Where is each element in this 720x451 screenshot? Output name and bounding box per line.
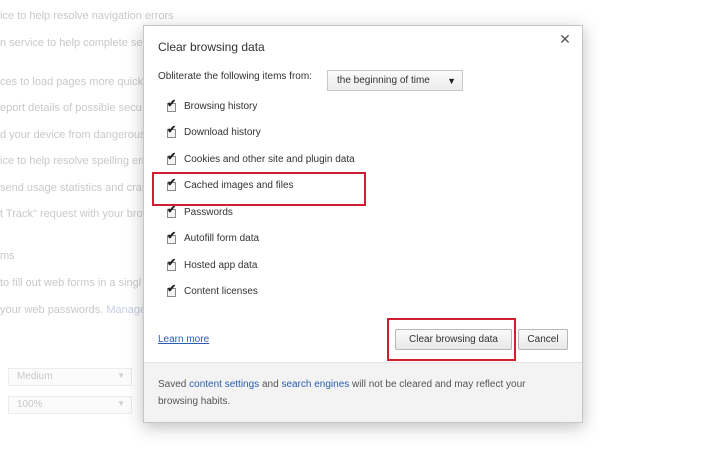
checkbox-checked-icon[interactable]: ✔ xyxy=(167,231,176,244)
checkbox-label: Browsing history xyxy=(184,101,258,112)
bg-setting-text: ces to load pages more quick xyxy=(0,76,144,88)
bg-setting-text: ice to help resolve navigation errors xyxy=(0,10,174,22)
chevron-down-icon: ▼ xyxy=(117,399,125,408)
checkbox-checked-icon[interactable]: ✔ xyxy=(167,205,176,218)
close-icon[interactable]: ✕ xyxy=(558,32,572,46)
dialog-title: Clear browsing data xyxy=(158,40,265,54)
footer-and: and xyxy=(259,379,282,390)
checkbox-label: Hosted app data xyxy=(184,260,258,271)
highlight-box-clear-button xyxy=(387,318,516,361)
checkbox-label: Autofill form data xyxy=(184,233,260,244)
bg-setting-text: n service to help complete sea xyxy=(0,37,149,49)
learn-more-link[interactable]: Learn more xyxy=(158,334,209,345)
checkbox-checked-icon[interactable]: ✔ xyxy=(167,258,176,271)
bg-select-value: Medium xyxy=(17,371,53,382)
clear-browsing-data-dialog: Clear browsing data ✕ Obliterate the fol… xyxy=(143,25,583,423)
bg-setting-text: eport details of possible secu xyxy=(0,102,142,114)
time-period-select[interactable]: the beginning of time ▼ xyxy=(327,70,463,91)
checkbox-label: Content licenses xyxy=(184,286,258,297)
content-settings-link[interactable]: content settings xyxy=(189,379,259,390)
footer-prefix: Saved xyxy=(158,379,190,390)
checkbox-label: Download history xyxy=(184,127,261,138)
bg-passwords-text: your web passwords. xyxy=(0,304,104,316)
bg-font-size-select: Medium ▼ xyxy=(8,368,132,386)
chevron-down-icon: ▼ xyxy=(117,371,125,380)
checkbox-checked-icon[interactable]: ✔ xyxy=(167,99,176,112)
bg-select-value: 100% xyxy=(17,399,43,410)
checkbox-checked-icon[interactable]: ✔ xyxy=(167,152,176,165)
bg-setting-text: your web passwords. Manage p xyxy=(0,304,155,316)
bg-section-heading: ms xyxy=(0,250,15,262)
checkbox-checked-icon[interactable]: ✔ xyxy=(167,125,176,138)
footer-note: Saved content settings and search engine… xyxy=(158,376,568,410)
search-engines-link[interactable]: search engines xyxy=(281,379,349,390)
checkbox-label: Passwords xyxy=(184,207,233,218)
bg-setting-text: ice to help resolve spelling err xyxy=(0,155,146,167)
highlight-box-cached-images xyxy=(152,172,366,206)
cancel-button[interactable]: Cancel xyxy=(518,329,568,350)
bg-setting-text: t Track" request with your brow xyxy=(0,208,151,220)
bg-setting-text: send usage statistics and crash xyxy=(0,182,154,194)
bg-setting-text: d your device from dangerous xyxy=(0,129,146,141)
checkbox-label: Cookies and other site and plugin data xyxy=(184,154,355,165)
time-period-value: the beginning of time xyxy=(337,75,430,86)
chevron-down-icon: ▼ xyxy=(447,76,456,86)
checkbox-checked-icon[interactable]: ✔ xyxy=(167,284,176,297)
bg-zoom-select: 100% ▼ xyxy=(8,396,132,414)
obliterate-label: Obliterate the following items from: xyxy=(158,71,312,82)
bg-setting-text: to fill out web forms in a singl xyxy=(0,277,142,289)
dialog-footer: Saved content settings and search engine… xyxy=(144,362,582,422)
